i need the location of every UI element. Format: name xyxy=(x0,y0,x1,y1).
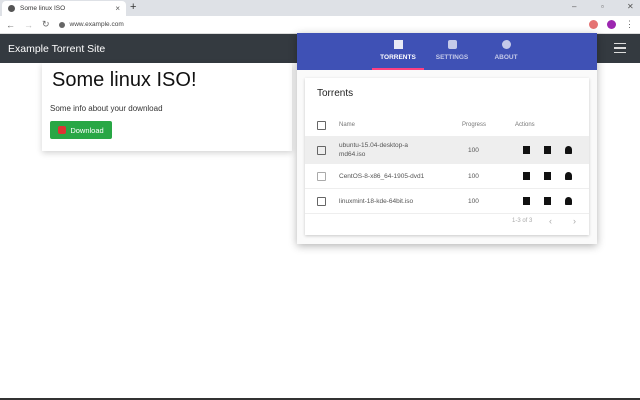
next-page-button[interactable]: › xyxy=(573,216,576,226)
tab-torrents[interactable]: TORRENTS xyxy=(372,33,424,70)
row-checkbox[interactable] xyxy=(317,171,326,181)
popup-tabs: TORRENTS SETTINGS ABOUT xyxy=(297,33,597,70)
info-icon xyxy=(501,40,511,49)
hamburger-icon[interactable] xyxy=(614,43,626,56)
table-row[interactable]: linuxmint-18-kde-64bit.iso 100 xyxy=(305,189,589,214)
tab-label: ABOUT xyxy=(494,54,518,61)
delete-icon[interactable] xyxy=(523,172,530,180)
close-window-icon[interactable]: ✕ xyxy=(627,2,634,11)
tab-title: Some linux ISO xyxy=(20,5,66,12)
column-actions: Actions xyxy=(515,122,535,128)
url-text: www.example.com xyxy=(69,21,124,28)
site-brand[interactable]: Example Torrent Site xyxy=(8,43,105,55)
torrent-name: CentOS-8-x86_64-1905-dvd1 xyxy=(339,172,425,180)
gear-icon xyxy=(447,40,457,49)
globe-icon xyxy=(8,5,15,12)
download-button[interactable]: Download xyxy=(50,121,112,139)
torrent-progress: 100 xyxy=(468,172,479,180)
torrent-progress: 100 xyxy=(468,146,479,154)
table-row[interactable]: CentOS-8-x86_64-1905-dvd1 100 xyxy=(305,164,589,189)
table-header: Name Progress Actions xyxy=(305,118,589,132)
table-row[interactable]: ubuntu-15.04-desktop-amd64.iso 100 xyxy=(305,136,589,164)
back-icon[interactable]: ← xyxy=(6,20,15,30)
minimize-icon[interactable]: – xyxy=(572,2,576,11)
page-title: Some linux ISO! xyxy=(52,69,197,91)
list-icon xyxy=(393,40,403,49)
tab-label: TORRENTS xyxy=(380,54,416,61)
reload-icon[interactable]: ↻ xyxy=(42,19,50,30)
delete-icon[interactable] xyxy=(523,197,530,205)
download-card: Some linux ISO! Some info about your dow… xyxy=(42,63,292,151)
torrent-name: ubuntu-15.04-desktop-amd64.iso xyxy=(339,142,409,158)
cloud-download-icon[interactable] xyxy=(565,146,572,154)
address-bar: ← → ↻ www.example.com ⋮ xyxy=(0,16,640,34)
close-tab-icon[interactable]: × xyxy=(115,4,120,13)
download-label: Download xyxy=(70,125,104,135)
torrent-name: linuxmint-18-kde-64bit.iso xyxy=(339,197,414,205)
extension-popup: TORRENTS SETTINGS ABOUT Torrents Name Pr… xyxy=(297,33,597,244)
menu-kebab-icon[interactable]: ⋮ xyxy=(625,19,634,30)
tab-about[interactable]: ABOUT xyxy=(484,33,528,70)
row-checkbox[interactable] xyxy=(317,145,326,155)
torrent-progress: 100 xyxy=(468,197,479,205)
delete-icon[interactable] xyxy=(523,146,530,154)
magnet-icon xyxy=(58,126,67,134)
copy-icon[interactable] xyxy=(544,197,551,205)
select-all-checkbox[interactable] xyxy=(317,120,326,130)
copy-icon[interactable] xyxy=(544,172,551,180)
tab-label: SETTINGS xyxy=(435,54,469,61)
tab-settings[interactable]: SETTINGS xyxy=(430,33,474,70)
pagination-text: 1-3 of 3 xyxy=(512,218,533,224)
prev-page-button[interactable]: ‹ xyxy=(549,216,552,226)
card-title: Torrents xyxy=(317,88,354,99)
url-field[interactable]: www.example.com xyxy=(58,21,124,28)
cloud-download-icon[interactable] xyxy=(565,172,572,180)
new-tab-button[interactable]: + xyxy=(130,1,136,13)
forward-icon[interactable]: → xyxy=(24,20,33,30)
copy-icon[interactable] xyxy=(544,146,551,154)
extension-icon[interactable] xyxy=(589,20,598,29)
row-checkbox[interactable] xyxy=(317,196,326,206)
download-info: Some info about your download xyxy=(50,104,163,113)
cloud-download-icon[interactable] xyxy=(565,197,572,205)
profile-avatar[interactable] xyxy=(607,20,616,29)
torrents-card: Torrents Name Progress Actions ubuntu-15… xyxy=(305,78,589,235)
column-name[interactable]: Name xyxy=(339,121,419,130)
site-info-icon[interactable] xyxy=(58,21,65,28)
restore-icon[interactable]: ▫ xyxy=(601,2,604,11)
browser-tab[interactable]: Some linux ISO × xyxy=(2,1,126,16)
column-progress[interactable]: Progress xyxy=(462,122,486,128)
